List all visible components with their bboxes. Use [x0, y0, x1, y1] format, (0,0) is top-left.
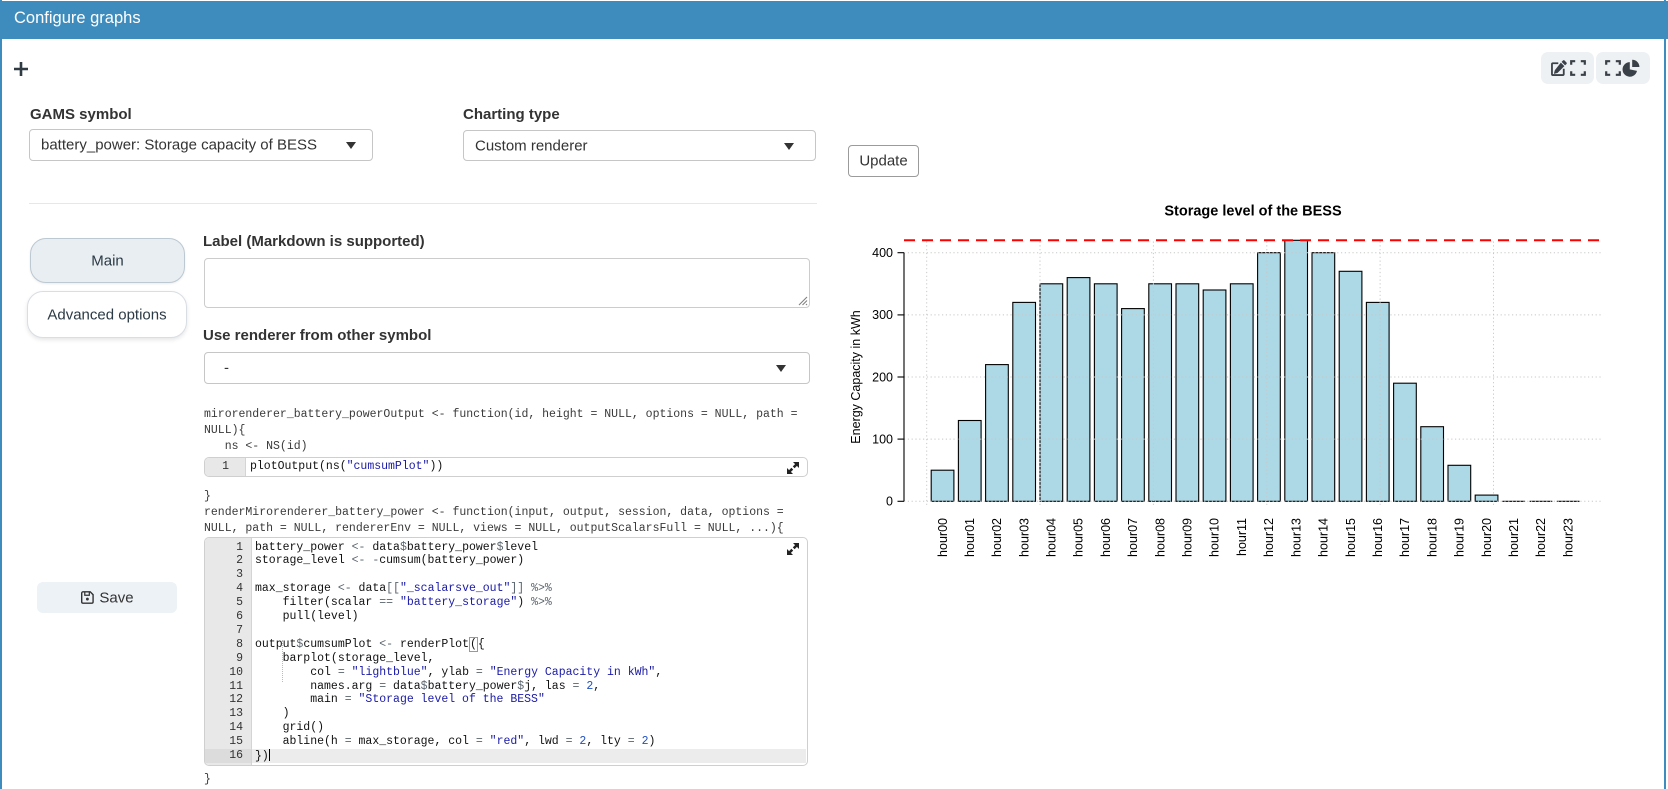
svg-text:hour12: hour12: [1262, 518, 1276, 557]
svg-text:hour07: hour07: [1126, 518, 1140, 557]
svg-text:hour19: hour19: [1453, 518, 1467, 557]
svg-text:0: 0: [886, 495, 893, 509]
svg-text:hour22: hour22: [1534, 518, 1548, 557]
svg-text:hour11: hour11: [1235, 518, 1249, 556]
svg-text:hour17: hour17: [1398, 518, 1412, 557]
svg-text:hour05: hour05: [1072, 518, 1086, 557]
svg-text:hour03: hour03: [1017, 518, 1031, 557]
svg-text:Storage level of the BESS: Storage level of the BESS: [1164, 204, 1342, 220]
svg-text:300: 300: [872, 308, 893, 322]
svg-text:200: 200: [872, 370, 893, 384]
svg-text:hour01: hour01: [963, 518, 977, 557]
svg-text:hour20: hour20: [1480, 518, 1494, 557]
svg-text:hour02: hour02: [990, 518, 1004, 557]
svg-text:hour04: hour04: [1045, 518, 1059, 557]
svg-text:hour10: hour10: [1208, 518, 1222, 557]
svg-text:hour18: hour18: [1425, 518, 1439, 557]
svg-text:hour23: hour23: [1561, 518, 1575, 557]
svg-text:hour16: hour16: [1371, 518, 1385, 557]
svg-text:hour13: hour13: [1289, 518, 1303, 557]
svg-text:hour06: hour06: [1099, 518, 1113, 557]
svg-text:hour21: hour21: [1507, 518, 1521, 557]
svg-text:Energy Capacity in kWh: Energy Capacity in kWh: [849, 310, 863, 443]
svg-text:100: 100: [872, 432, 893, 446]
svg-text:hour08: hour08: [1153, 518, 1167, 557]
svg-text:hour14: hour14: [1317, 518, 1331, 557]
svg-text:400: 400: [872, 246, 893, 260]
svg-text:hour00: hour00: [936, 518, 950, 557]
svg-text:hour09: hour09: [1181, 518, 1195, 557]
svg-text:hour15: hour15: [1344, 518, 1358, 557]
